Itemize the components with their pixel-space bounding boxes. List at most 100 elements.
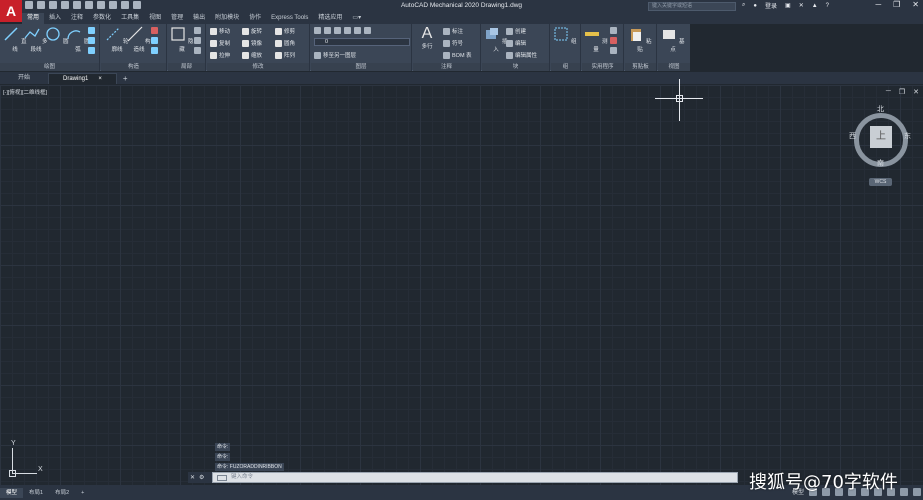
- draw-panel-title[interactable]: 绘图: [0, 63, 99, 71]
- id-point-icon[interactable]: [610, 37, 617, 44]
- layer-off-icon[interactable]: [364, 27, 371, 34]
- move-tool[interactable]: 移动: [210, 27, 230, 35]
- viewcube-east[interactable]: 东: [904, 131, 911, 141]
- array-tool[interactable]: 阵列: [275, 51, 295, 59]
- tab-layout2[interactable]: 布局2: [49, 488, 75, 498]
- fillet-tool[interactable]: 圆角: [275, 39, 295, 47]
- dimension-tool[interactable]: 标注: [443, 27, 463, 35]
- layer-isolate-icon[interactable]: [344, 27, 351, 34]
- create-block-tool[interactable]: 创建: [506, 27, 526, 35]
- copy-tool[interactable]: 复制: [210, 39, 230, 47]
- move-to-layer-tool[interactable]: 移至另一图层: [314, 51, 356, 59]
- contour-line-tool[interactable]: 轮廓线: [105, 26, 129, 53]
- layer-match-icon[interactable]: [324, 27, 331, 34]
- detail-tool-3-icon[interactable]: [194, 47, 201, 54]
- tab-output[interactable]: 输出: [188, 13, 210, 24]
- cart-icon[interactable]: ▣: [785, 2, 791, 9]
- tab-parametric[interactable]: 参数化: [88, 13, 116, 24]
- tab-view[interactable]: 视图: [144, 13, 166, 24]
- new-tab-button[interactable]: +: [123, 74, 128, 83]
- circle-construct-icon[interactable]: [151, 27, 158, 34]
- login-link[interactable]: 登录: [765, 1, 777, 10]
- wcs-menu[interactable]: WCS: [869, 178, 892, 186]
- layer-dropdown[interactable]: 0: [314, 38, 410, 46]
- new-layout-button[interactable]: +: [75, 488, 90, 498]
- annotation-panel-title[interactable]: 注释: [413, 63, 480, 71]
- symbol-tool[interactable]: 符号: [443, 39, 463, 47]
- command-settings-icon[interactable]: ⚙: [199, 474, 204, 481]
- bom-tool[interactable]: BOM 表: [443, 51, 472, 59]
- edit-attr-tool[interactable]: 编辑属性: [506, 51, 537, 59]
- multi-construct-icon[interactable]: [151, 37, 158, 44]
- tab-insert[interactable]: 插入: [44, 13, 66, 24]
- layers-panel-title[interactable]: 图层: [311, 63, 411, 71]
- viewport-minimize-icon[interactable]: ─: [886, 88, 891, 96]
- group-tool[interactable]: 组: [553, 26, 577, 45]
- layer-previous-icon[interactable]: [334, 27, 341, 34]
- hide-position-tool[interactable]: 隐藏: [170, 26, 194, 53]
- autodesk-icon[interactable]: ▲: [812, 3, 818, 9]
- group-panel-title[interactable]: 组: [551, 63, 580, 71]
- drawing-canvas[interactable]: [0, 85, 923, 485]
- detail-panel-title[interactable]: 局部: [168, 63, 205, 71]
- tab-express-tools[interactable]: Express Tools: [266, 13, 313, 24]
- rectangle-icon[interactable]: [88, 27, 95, 34]
- viewcube-south[interactable]: 南: [877, 158, 884, 168]
- viewcube-west[interactable]: 西: [849, 131, 856, 141]
- construction-line-tool[interactable]: 构造线: [127, 26, 151, 53]
- view-panel-title[interactable]: 视图: [658, 63, 690, 71]
- trim-tool[interactable]: 修剪: [275, 27, 295, 35]
- tab-model[interactable]: 模型: [0, 487, 24, 498]
- command-close-icon[interactable]: ✕: [190, 474, 195, 481]
- utilities-panel-title[interactable]: 实用程序: [582, 63, 623, 71]
- paste-tool[interactable]: 粘贴: [628, 26, 652, 53]
- ribbon-toggle-icon[interactable]: ▭▾: [347, 13, 366, 24]
- viewport-controls-label[interactable]: [-][俯视][二维线框]: [3, 88, 47, 96]
- tab-layout1[interactable]: 布局1: [23, 488, 49, 498]
- search-input[interactable]: 键入关键字或短语: [648, 2, 736, 11]
- command-input[interactable]: 键入命令: [212, 472, 738, 483]
- offset-construct-icon[interactable]: [151, 47, 158, 54]
- mirror-tool[interactable]: 镜像: [242, 39, 262, 47]
- construct-panel-title[interactable]: 构造: [101, 63, 166, 71]
- maximize-icon[interactable]: ❐: [893, 0, 900, 9]
- detail-tool-1-icon[interactable]: [194, 27, 201, 34]
- tab-manage[interactable]: 管理: [166, 13, 188, 24]
- tab-collaborate[interactable]: 协作: [244, 13, 266, 24]
- scale-tool[interactable]: 缩放: [242, 51, 262, 59]
- clipboard-panel-title[interactable]: 剪贴板: [625, 63, 656, 71]
- layer-properties-icon[interactable]: [314, 27, 321, 34]
- tab-featured-apps[interactable]: 精选应用: [313, 13, 347, 24]
- binoculars-icon[interactable]: ⌕: [742, 2, 745, 9]
- tab-home[interactable]: 常用: [22, 13, 45, 24]
- arc-tool[interactable]: 圆弧: [66, 26, 90, 53]
- multiline-text-tool[interactable]: A 多行: [415, 26, 439, 51]
- close-icon[interactable]: ✕: [912, 0, 919, 9]
- table-icon[interactable]: [88, 47, 95, 54]
- tab-toolsets[interactable]: 工具集: [116, 13, 144, 24]
- edit-block-tool[interactable]: 编辑: [506, 39, 526, 47]
- stretch-tool[interactable]: 拉伸: [210, 51, 230, 59]
- modify-panel-title[interactable]: 修改: [207, 63, 309, 71]
- layer-freeze-icon[interactable]: [354, 27, 361, 34]
- block-panel-title[interactable]: 块: [482, 63, 549, 71]
- insert-tool[interactable]: 插入: [484, 26, 508, 53]
- customize-icon[interactable]: [913, 487, 921, 496]
- hatch-icon[interactable]: [88, 37, 95, 44]
- rotate-tool[interactable]: 旋转: [242, 27, 262, 35]
- viewcube-top-face[interactable]: 上: [870, 126, 892, 148]
- exchange-icon[interactable]: ✕: [799, 2, 804, 9]
- workspace-gear-icon[interactable]: [900, 487, 908, 496]
- close-tab-icon[interactable]: ×: [98, 76, 102, 82]
- tab-annotate[interactable]: 注释: [66, 13, 88, 24]
- tab-addins[interactable]: 附加模块: [210, 13, 244, 24]
- user-icon[interactable]: ●: [753, 3, 757, 9]
- measure-tool[interactable]: 测量: [584, 26, 608, 53]
- help-icon[interactable]: ?: [826, 3, 829, 9]
- viewport-restore-icon[interactable]: ❐: [899, 88, 905, 96]
- calculator-icon[interactable]: [610, 47, 617, 54]
- detail-tool-2-icon[interactable]: [194, 37, 201, 44]
- quick-select-icon[interactable]: [610, 27, 617, 34]
- viewcube-north[interactable]: 北: [877, 104, 884, 114]
- app-logo[interactable]: A: [0, 0, 22, 22]
